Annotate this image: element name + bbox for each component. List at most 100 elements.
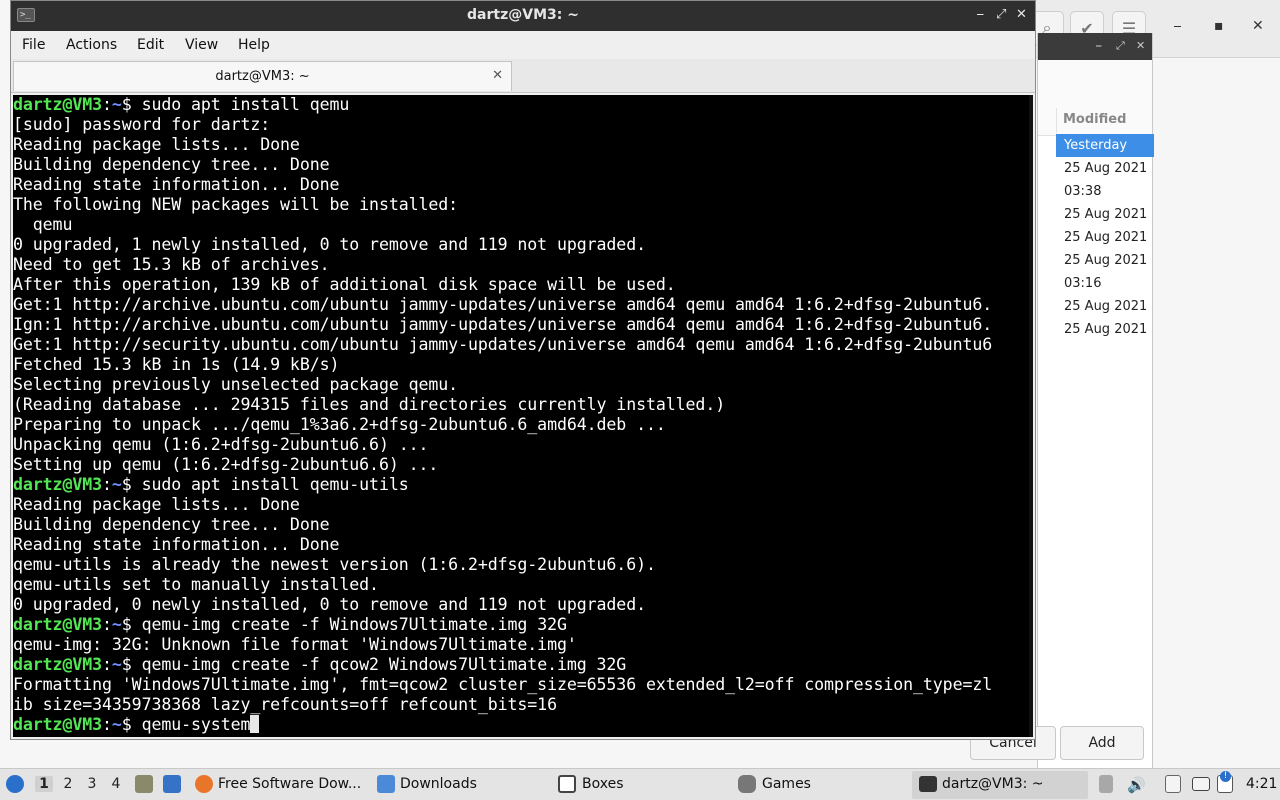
prompt-symbol: $ [121,475,142,494]
terminal-titlebar[interactable]: >_ dartz@VM3: ~ ⎯ ⤢ ✕ [11,1,1035,31]
add-button[interactable]: Add [1060,726,1144,760]
dialog-maximize-button[interactable]: ⤢ [1116,39,1125,53]
current-command-input[interactable]: qemu-system [142,715,251,734]
menu-help[interactable]: Help [238,37,270,53]
terminal-command-line: dartz@VM3:~$ sudo apt install qemu [13,95,1033,115]
prompt-symbol: $ [121,95,142,114]
terminal-output-line: Fetched 15.3 kB in 1s (14.9 kB/s) [13,355,340,374]
prompt-user: dartz@VM3 [13,615,103,634]
workspace-4[interactable]: 4 [107,776,125,792]
tab-bar: dartz@VM3: ~ ✕ [11,59,1035,93]
dialog-minimize-button[interactable]: ⎯ [1096,39,1102,53]
file-row-modified[interactable]: 03:38 [1056,180,1154,203]
minimize-button[interactable]: ⎯ [977,7,984,22]
start-menu-icon[interactable] [6,775,24,793]
terminal-output-line: Reading state information... Done [13,175,340,194]
terminal-output-line: Building dependency tree... Done [13,155,330,174]
workspace-3[interactable]: 3 [83,776,101,792]
command-text: qemu-img create -f Windows7Ultimate.img … [141,615,567,634]
prompt-separator: : [102,655,112,674]
menu-view[interactable]: View [185,37,218,53]
prompt-path: ~ [111,715,122,734]
file-row-modified[interactable]: 25 Aug 2021 [1056,295,1154,318]
terminal-output-line: Ign:1 http://archive.ubuntu.com/ubuntu j… [13,315,993,334]
file-row-modified[interactable]: 03:16 [1056,272,1154,295]
prompt-user: dartz@VM3 [13,95,103,114]
terminal-window: >_ dartz@VM3: ~ ⎯ ⤢ ✕ File Actions Edit … [10,0,1036,740]
tab-terminal[interactable]: dartz@VM3: ~ ✕ [13,61,512,91]
workspace-2[interactable]: 2 [59,776,77,792]
prompt-user: dartz@VM3 [13,715,103,734]
terminal-output-line: After this operation, 139 kB of addition… [13,275,676,294]
prompt-separator: : [102,95,112,114]
workspace-1[interactable]: 1 [35,776,53,792]
file-row-modified[interactable]: 25 Aug 2021 [1056,226,1154,249]
prompt-symbol: $ [121,615,142,634]
terminal-output-line: The following NEW packages will be insta… [13,195,459,214]
task-terminal[interactable]: dartz@VM3: ~ [942,776,1044,792]
dialog-close-button[interactable]: ✕ [1136,39,1145,52]
terminal-scrollbar[interactable] [1029,95,1033,737]
taskbar: 1 2 3 4 Free Software Dow... Downloads B… [0,768,1280,800]
menu-actions[interactable]: Actions [66,37,117,53]
file-row-modified[interactable]: 25 Aug 2021 [1056,318,1154,341]
terminal-command-line: dartz@VM3:~$ qemu-img create -f qcow2 Wi… [13,655,1033,675]
removable-drive-icon[interactable] [1099,775,1113,793]
prompt-separator: : [102,475,112,494]
terminal-output-line: Reading state information... Done [13,535,340,554]
terminal-output-line: Selecting previously unselected package … [13,375,459,394]
prompt-symbol: $ [121,655,142,674]
terminal-output-line: Get:1 http://security.ubuntu.com/ubuntu … [13,335,993,354]
column-header-modified[interactable]: Modified [1056,108,1154,133]
prompt-user: dartz@VM3 [13,655,103,674]
prompt-user: dartz@VM3 [13,475,103,494]
file-row-modified[interactable]: 25 Aug 2021 [1056,203,1154,226]
terminal-output-line: qemu-utils is already the newest version… [13,555,656,574]
task-games[interactable]: Games [762,776,811,792]
terminal-output-line: Need to get 15.3 kB of archives. [13,255,330,274]
close-button[interactable]: ✕ [1016,7,1027,22]
terminal-output[interactable]: dartz@VM3:~$ sudo apt install qemu [sudo]… [13,95,1033,737]
file-row-modified[interactable]: Yesterday [1056,134,1154,157]
terminal-output-line: Building dependency tree... Done [13,515,330,534]
terminal-output-line: ib size=34359738368 lazy_refcounts=off r… [13,695,557,714]
clock[interactable]: 4:21 [1246,776,1277,792]
file-row-modified[interactable]: 25 Aug 2021 [1056,249,1154,272]
task-boxes[interactable]: Boxes [582,776,624,792]
maximize-button[interactable]: ⤢ [996,7,1006,22]
tab-label: dartz@VM3: ~ [215,69,310,84]
folder-icon [377,775,395,793]
terminal-output-line: qemu [13,215,73,234]
terminal-output-line: 0 upgraded, 0 newly installed, 0 to remo… [13,595,646,614]
task-firefox[interactable]: Free Software Dow... [218,776,361,792]
file-manager-launcher-icon[interactable] [135,775,153,793]
terminal-output-line: Reading package lists... Done [13,495,300,514]
file-list: Yesterday 25 Aug 2021 03:38 25 Aug 2021 25 A… [1056,134,1154,341]
terminal-output-line: (Reading database ... 294315 files and d… [13,395,726,414]
terminal-command-line: dartz@VM3:~$ sudo apt install qemu-utils [13,475,1033,495]
menu-file[interactable]: File [22,37,45,53]
prompt-path: ~ [111,475,122,494]
menubar: File Actions Edit View Help [11,31,1035,59]
terminal-icon [919,776,937,792]
prompt-symbol: $ [121,715,142,734]
desktop-launcher-icon[interactable] [163,775,181,793]
text-cursor [250,715,260,733]
terminal-output-line: Preparing to unpack .../qemu_1%3a6.2+dfs… [13,415,666,434]
window-title: dartz@VM3: ~ [467,7,579,23]
file-row-modified[interactable]: 25 Aug 2021 [1056,157,1154,180]
dialog-titlebar: ⎯ ⤢ ✕ [1038,33,1152,60]
boxes-maximize-button[interactable]: ▪ [1214,18,1224,34]
task-downloads[interactable]: Downloads [400,776,477,792]
file-chooser-dialog: ⎯ ⤢ ✕ Modified Yesterday 25 Aug 2021 03:38… [1037,33,1154,768]
gamepad-icon [738,775,756,793]
boxes-close-button[interactable]: ✕ [1252,18,1264,34]
network-icon[interactable] [1192,777,1210,791]
clipboard-icon[interactable] [1165,775,1181,793]
tab-close-icon[interactable]: ✕ [492,68,503,83]
menu-edit[interactable]: Edit [137,37,164,53]
prompt-path: ~ [111,655,122,674]
volume-icon[interactable]: 🔊 [1127,776,1146,794]
command-text: sudo apt install qemu [141,95,350,114]
boxes-minimize-button[interactable]: ⎯ [1174,18,1181,34]
